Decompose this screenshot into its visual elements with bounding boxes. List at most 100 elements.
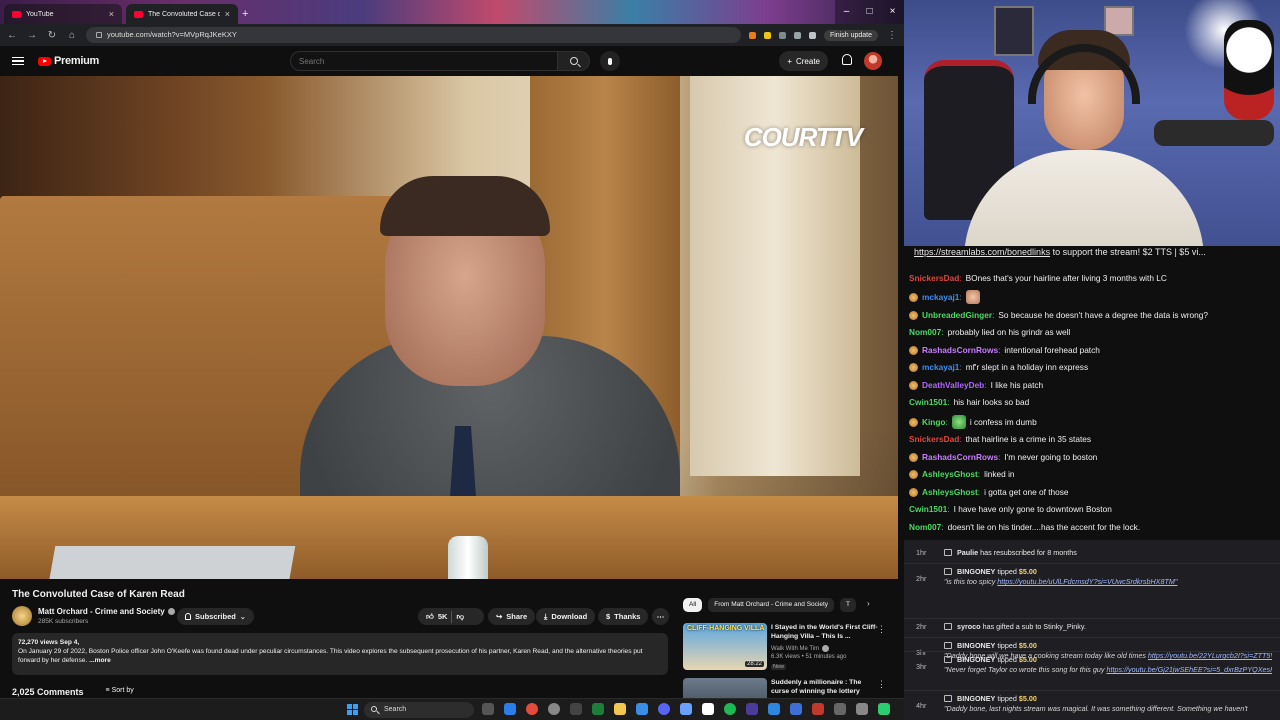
- app-icon[interactable]: [878, 703, 890, 715]
- thanks-button[interactable]: $ Thanks: [598, 608, 649, 625]
- app-icon[interactable]: [746, 703, 758, 715]
- chip-next[interactable]: T: [840, 598, 856, 612]
- chat-username[interactable]: SnickersDad: [909, 273, 959, 283]
- sort-by-button[interactable]: ≡ Sort by: [106, 687, 134, 697]
- channel-name[interactable]: Matt Orchard - Crime and Society: [38, 607, 175, 616]
- recommendation-item[interactable]: CLIFF-HANGING VILLA 28:22 I Stayed in th…: [683, 622, 898, 674]
- minimize-icon[interactable]: –: [835, 0, 858, 24]
- description-box[interactable]: 72,270 views Sep 4, On January 29 of 202…: [12, 633, 668, 675]
- extension-icon[interactable]: [778, 31, 786, 39]
- bell-icon: [185, 613, 191, 620]
- taskbar-search[interactable]: Search: [364, 702, 474, 718]
- event-divider: [904, 690, 1280, 691]
- reload-icon[interactable]: ↻: [46, 30, 58, 41]
- video-player[interactable]: COURTTV: [0, 76, 898, 579]
- new-tab-icon[interactable]: +: [242, 8, 248, 20]
- chat-username[interactable]: Nom007: [909, 522, 941, 532]
- app-icon[interactable]: [570, 703, 582, 715]
- site-info-icon[interactable]: [96, 32, 102, 39]
- chat-username[interactable]: mckayaj1: [922, 292, 959, 302]
- kebab-menu-icon[interactable]: ⋮: [886, 30, 898, 41]
- ticker-text: to support the stream! $2 TTS | $5 vi...: [1050, 247, 1206, 257]
- extensions-puzzle-icon[interactable]: [793, 31, 801, 39]
- subscription-icon: [944, 549, 952, 556]
- chat-username[interactable]: DeathValleyDeb: [922, 380, 984, 390]
- chat-username[interactable]: Cwin1501: [909, 397, 947, 407]
- like-count[interactable]: 5K: [438, 612, 448, 621]
- chip-from-channel[interactable]: From Matt Orchard - Crime and Society: [708, 598, 835, 612]
- channel-avatar[interactable]: [12, 606, 32, 626]
- app-icon[interactable]: [856, 703, 868, 715]
- home-icon[interactable]: ⌂: [66, 30, 78, 41]
- chat-username[interactable]: RashadsCornRows: [922, 452, 998, 462]
- more-options-icon[interactable]: ⋮: [877, 679, 886, 690]
- file-explorer-icon[interactable]: [614, 703, 626, 715]
- edge-icon[interactable]: [504, 703, 516, 715]
- share-button[interactable]: ↪ Share: [488, 608, 536, 625]
- app-icon[interactable]: [768, 703, 780, 715]
- app-icon[interactable]: [812, 703, 824, 715]
- chevron-right-icon[interactable]: ›: [867, 599, 870, 608]
- voice-search-button[interactable]: [600, 51, 620, 71]
- app-icon[interactable]: [702, 703, 714, 715]
- back-icon[interactable]: ←: [6, 30, 18, 41]
- tab-video[interactable]: The Convoluted Case of Ka ×: [126, 4, 238, 24]
- app-icon[interactable]: [592, 703, 604, 715]
- chat-username[interactable]: Kingo: [922, 417, 946, 427]
- video-thumbnail[interactable]: [683, 678, 767, 698]
- chrome-icon[interactable]: [526, 703, 538, 715]
- tab-youtube[interactable]: YouTube ×: [4, 4, 122, 24]
- task-view-icon[interactable]: [482, 703, 494, 715]
- spotify-icon[interactable]: [724, 703, 736, 715]
- hamburger-menu-icon[interactable]: [12, 56, 24, 66]
- download-button[interactable]: ⤓ Download: [536, 608, 596, 625]
- forward-icon[interactable]: →: [26, 30, 38, 41]
- extension-icon[interactable]: [748, 31, 756, 39]
- finish-update-button[interactable]: Finish update: [823, 29, 878, 41]
- chat-username[interactable]: Cwin1501: [909, 504, 947, 514]
- chat-username[interactable]: mckayaj1: [922, 362, 959, 372]
- chat-username[interactable]: SnickersDad: [909, 434, 959, 444]
- notifications-bell-icon[interactable]: [842, 54, 852, 65]
- url-field[interactable]: youtube.com/watch?v=MVpRqJKeKXY: [86, 27, 741, 43]
- youtube-logo[interactable]: Premium: [38, 55, 99, 67]
- close-tab-icon[interactable]: ×: [225, 9, 230, 19]
- profile-icon[interactable]: [808, 31, 816, 39]
- chat-username[interactable]: UnbreadedGinger: [922, 310, 992, 320]
- obs-icon[interactable]: [548, 703, 560, 715]
- chat-username[interactable]: AshleysGhost: [922, 487, 978, 497]
- thumbs-up-icon[interactable]: 👍︎: [426, 612, 434, 622]
- thumbs-down-icon[interactable]: 👎︎: [456, 612, 464, 622]
- close-tab-icon[interactable]: ×: [109, 9, 114, 19]
- search-input[interactable]: [290, 51, 558, 71]
- steam-icon[interactable]: [636, 703, 648, 715]
- extension-icon[interactable]: [763, 31, 771, 39]
- windows-start-icon[interactable]: [347, 704, 358, 715]
- video-thumbnail[interactable]: CLIFF-HANGING VILLA 28:22: [683, 623, 767, 670]
- chat-username[interactable]: Nom007: [909, 327, 941, 337]
- recommendation-item[interactable]: Suddenly a millionaire : The curse of wi…: [683, 677, 898, 698]
- tip-icon: [944, 695, 952, 702]
- app-icon[interactable]: [680, 703, 692, 715]
- chat-username[interactable]: RashadsCornRows: [922, 345, 998, 355]
- maximize-icon[interactable]: □: [858, 0, 881, 24]
- more-options-icon[interactable]: ⋮: [877, 624, 886, 635]
- chat-message: SnickersDad: that hairline is a crime in …: [909, 434, 1091, 444]
- search-button[interactable]: [558, 51, 590, 71]
- event-link[interactable]: https://youtu.be/uUlLFdcmsdY?si=VUwcSrdk…: [997, 577, 1177, 586]
- app-icon[interactable]: [834, 703, 846, 715]
- chat-username[interactable]: AshleysGhost: [922, 469, 978, 479]
- account-avatar[interactable]: [864, 52, 882, 70]
- chat-text: i gotta get one of those: [984, 487, 1069, 497]
- subscribed-button[interactable]: Subscribed ⌄: [177, 608, 254, 625]
- streamlabs-link[interactable]: https://streamlabs.com/bonedlinks: [914, 247, 1050, 257]
- event-link[interactable]: https://youtu.be/Gj21jwSEhEE?si=5_dxrBzP…: [1106, 665, 1272, 674]
- create-button[interactable]: + Create: [779, 51, 828, 71]
- app-icon[interactable]: [790, 703, 802, 715]
- event-divider: [904, 618, 1280, 619]
- show-more-link[interactable]: ...more: [89, 657, 111, 664]
- chip-all[interactable]: All: [683, 598, 703, 612]
- more-actions-icon[interactable]: ⋯: [652, 608, 669, 625]
- close-window-icon[interactable]: ×: [881, 0, 904, 24]
- discord-icon[interactable]: [658, 703, 670, 715]
